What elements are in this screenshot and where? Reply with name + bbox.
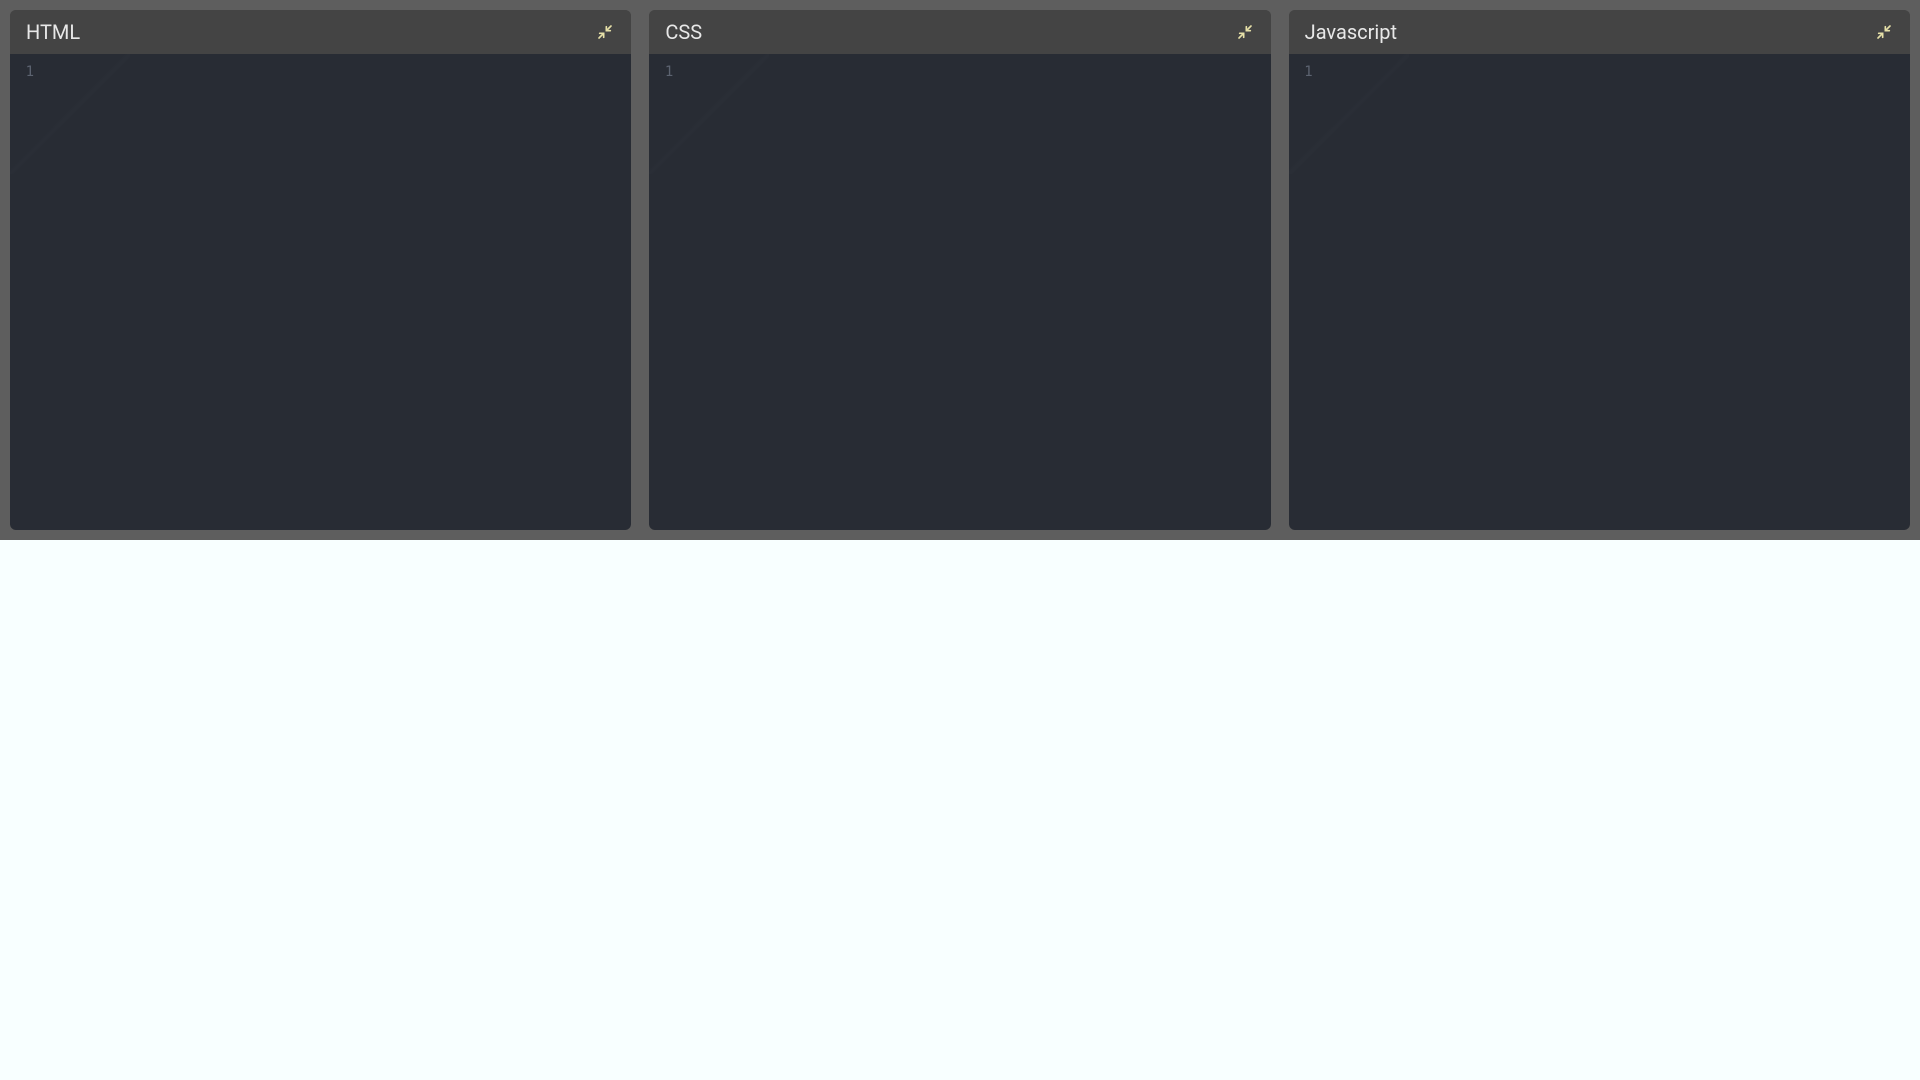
css-gutter: 1	[649, 54, 683, 530]
javascript-input[interactable]	[1323, 54, 1910, 530]
line-number: 1	[1289, 62, 1313, 82]
html-panel: HTML 1	[10, 10, 631, 530]
html-gutter: 1	[10, 54, 44, 530]
collapse-icon[interactable]	[1874, 22, 1894, 42]
javascript-panel-header: Javascript	[1289, 10, 1910, 54]
css-panel-header: CSS	[649, 10, 1270, 54]
javascript-panel: Javascript 1	[1289, 10, 1910, 530]
html-input[interactable]	[44, 54, 631, 530]
css-input[interactable]	[683, 54, 1270, 530]
javascript-code-area[interactable]: 1	[1289, 54, 1910, 530]
collapse-icon[interactable]	[595, 22, 615, 42]
css-panel: CSS 1	[649, 10, 1270, 530]
css-panel-title: CSS	[665, 20, 702, 44]
javascript-panel-title: Javascript	[1305, 20, 1397, 44]
html-panel-title: HTML	[26, 20, 80, 44]
editor-area: HTML 1 CSS	[0, 0, 1920, 540]
html-code-area[interactable]: 1	[10, 54, 631, 530]
css-code-area[interactable]: 1	[649, 54, 1270, 530]
line-number: 1	[10, 62, 34, 82]
html-panel-header: HTML	[10, 10, 631, 54]
collapse-icon[interactable]	[1235, 22, 1255, 42]
javascript-gutter: 1	[1289, 54, 1323, 530]
line-number: 1	[649, 62, 673, 82]
